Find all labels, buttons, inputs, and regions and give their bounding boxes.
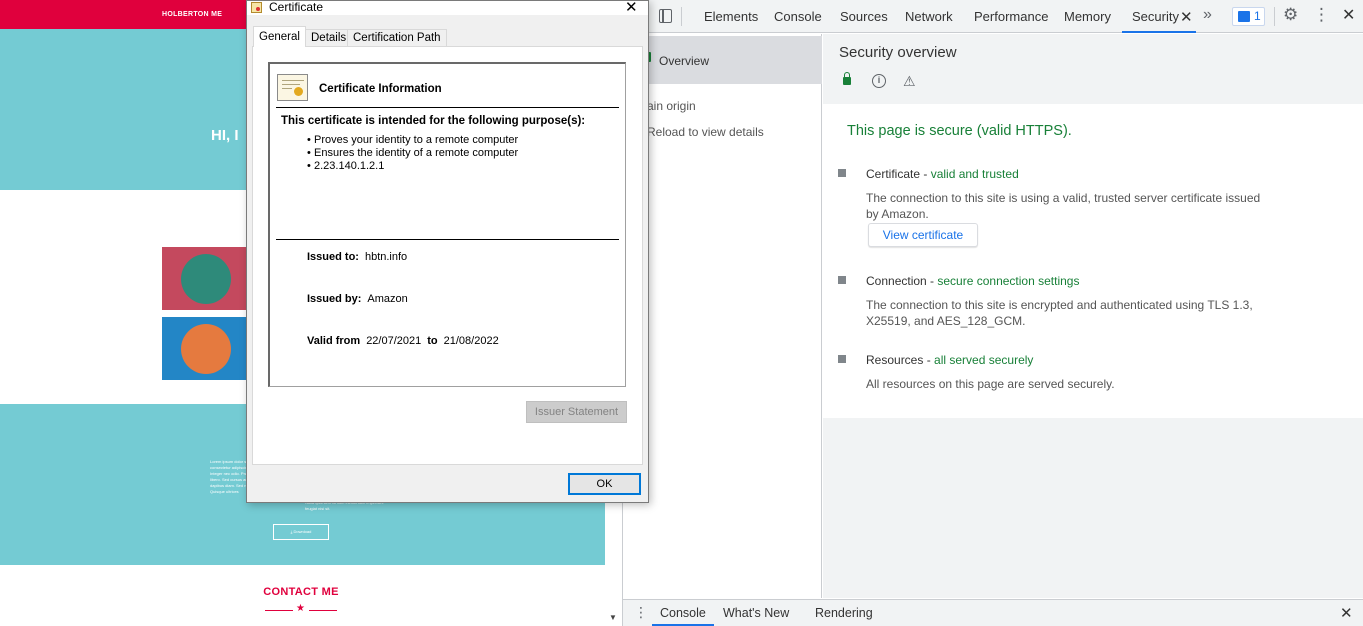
- dialog-titlebar[interactable]: Certificate ✕: [247, 0, 648, 16]
- purpose-item: • Proves your identity to a remote comput…: [307, 134, 519, 146]
- divider: [276, 239, 619, 240]
- issues-icon: [1238, 11, 1250, 22]
- valid-from-value: 22/07/2021: [366, 335, 422, 347]
- resources-title: Resources - all served securely: [866, 353, 1033, 367]
- download-button[interactable]: ⤓ Download: [273, 524, 329, 540]
- security-sidebar: Overview ain origin Reload to view detai…: [623, 34, 822, 598]
- valid-from-label: Valid from: [307, 335, 361, 347]
- warning-icon: ⚠: [903, 73, 916, 89]
- certificate-information-heading: Certificate Information: [319, 83, 442, 95]
- purpose-heading: This certificate is intended for the fol…: [281, 115, 586, 127]
- site-brand[interactable]: HOLBERTON ME: [162, 11, 222, 18]
- star-icon: ★: [296, 603, 305, 614]
- tab-performance[interactable]: Performance: [974, 0, 1048, 33]
- gamepad-icon: [181, 324, 231, 374]
- purpose-item: • Ensures the identity of a remote comput…: [307, 147, 519, 159]
- info-icon: i: [872, 74, 886, 88]
- scroll-down-arrow-icon[interactable]: ▼: [609, 613, 617, 622]
- certificate-label: Certificate -: [866, 167, 931, 181]
- divider: [276, 107, 619, 108]
- sidebar-item-overview[interactable]: Overview: [623, 36, 822, 84]
- tab-memory[interactable]: Memory: [1064, 0, 1111, 33]
- settings-gear-icon[interactable]: ⚙: [1283, 5, 1298, 25]
- sidebar-item-label: Overview: [659, 54, 710, 68]
- secure-headline: This page is secure (valid HTTPS).: [847, 123, 1072, 139]
- devtools-drawer: ⋮ Console What's New Rendering ✕: [623, 599, 1363, 626]
- certificate-dialog: Certificate ✕ Details Certification Path…: [246, 0, 649, 503]
- issues-button[interactable]: 1: [1232, 7, 1265, 26]
- devtools-panel: Elements Console Sources Network Perform…: [623, 0, 1363, 626]
- certificate-icon: [277, 74, 308, 101]
- resources-label: Resources -: [866, 353, 935, 367]
- secure-lock-icon: [843, 72, 851, 85]
- security-overview: Security overview i ⚠ This page is secur…: [823, 34, 1363, 598]
- connection-bullet-icon: [838, 276, 846, 284]
- cabin-icon: [181, 254, 231, 304]
- more-tabs-icon[interactable]: »: [1203, 6, 1212, 24]
- tab-network[interactable]: Network: [905, 0, 953, 33]
- ok-button[interactable]: OK: [568, 473, 641, 495]
- drawer-tab-console[interactable]: Console: [652, 600, 714, 626]
- overview-body: This page is secure (valid HTTPS). Certi…: [823, 104, 1363, 418]
- certificate-title: Certificate - valid and trusted: [866, 167, 1019, 181]
- valid-to-value: 21/08/2022: [443, 335, 499, 347]
- dialog-title: Certificate: [269, 0, 324, 14]
- valid-to-label: to: [427, 335, 438, 347]
- certificate-description: The connection to this site is using a v…: [866, 191, 1261, 221]
- drawer-tab-whats-new[interactable]: What's New: [723, 600, 789, 626]
- validity-row: Valid from 22/07/2021 to 21/08/2022: [307, 335, 499, 347]
- tab-general[interactable]: General: [253, 26, 306, 47]
- overview-header: Security overview i ⚠: [823, 34, 1363, 104]
- close-tab-icon[interactable]: ✕: [1180, 8, 1193, 26]
- more-options-icon[interactable]: ⋮: [1313, 5, 1330, 25]
- tab-details[interactable]: Details: [305, 29, 353, 47]
- hero-text: HI, I: [211, 127, 239, 144]
- certificate-bullet-icon: [838, 169, 846, 177]
- close-icon[interactable]: ✕: [625, 0, 638, 16]
- general-tab-panel: Certificate Information This certificate…: [252, 46, 643, 465]
- issued-to-row: Issued to: hbtn.info: [307, 251, 407, 263]
- certificate-status: valid and trusted: [930, 167, 1019, 181]
- certificate-info-box: Certificate Information This certificate…: [268, 62, 626, 387]
- portfolio-card-cabin[interactable]: [162, 247, 248, 310]
- device-toggle-icon[interactable]: [659, 9, 672, 23]
- resources-description: All resources on this page are served se…: [866, 377, 1115, 391]
- tab-certification-path[interactable]: Certification Path: [347, 29, 447, 47]
- drawer-tab-rendering[interactable]: Rendering: [815, 600, 873, 626]
- tab-sources[interactable]: Sources: [840, 0, 888, 33]
- connection-status: secure connection settings: [937, 274, 1080, 288]
- purpose-item: • 2.23.140.1.2.1: [307, 160, 385, 172]
- close-drawer-icon[interactable]: ✕: [1340, 604, 1353, 622]
- connection-description: The connection to this site is encrypted…: [866, 298, 1253, 328]
- connection-label: Connection -: [866, 274, 938, 288]
- reload-to-view-details[interactable]: Reload to view details: [647, 125, 764, 139]
- portfolio-card-game[interactable]: [162, 317, 248, 380]
- devtools-tabbar: Elements Console Sources Network Perform…: [623, 0, 1363, 33]
- resources-bullet-icon: [838, 355, 846, 363]
- contact-divider-left: [265, 610, 293, 611]
- issues-count: 1: [1254, 9, 1261, 23]
- drawer-menu-icon[interactable]: ⋮: [634, 604, 648, 621]
- close-devtools-icon[interactable]: ✕: [1342, 5, 1355, 25]
- issuer-statement-button[interactable]: Issuer Statement: [526, 401, 627, 423]
- tabbar-separator: [681, 7, 682, 26]
- issued-by-row: Issued by: Amazon: [307, 293, 408, 305]
- overview-title: Security overview: [839, 44, 957, 61]
- issued-to-label: Issued to:: [307, 251, 359, 263]
- tab-console[interactable]: Console: [774, 0, 822, 33]
- issued-by-label: Issued by:: [307, 293, 362, 305]
- certificate-small-icon: [251, 2, 262, 13]
- tabbar-separator-right: [1274, 7, 1275, 26]
- issued-by-value[interactable]: Amazon: [367, 293, 407, 305]
- tab-elements[interactable]: Elements: [704, 0, 758, 33]
- view-certificate-button[interactable]: View certificate: [868, 223, 978, 247]
- contact-heading: CONTACT ME: [263, 586, 339, 598]
- main-origin-heading: ain origin: [647, 99, 696, 113]
- contact-divider-right: [309, 610, 337, 611]
- resources-status: all served securely: [934, 353, 1034, 367]
- issued-to-value[interactable]: hbtn.info: [365, 251, 407, 263]
- connection-title: Connection - secure connection settings: [866, 274, 1079, 288]
